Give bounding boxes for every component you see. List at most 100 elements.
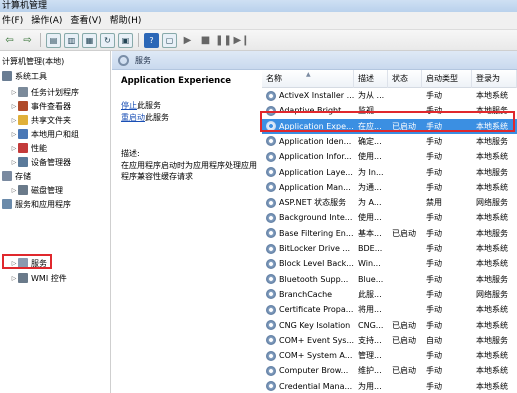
service-name: Credential Mana... [279, 381, 353, 391]
folder-up-icon[interactable]: ▤ [46, 32, 61, 48]
column-desc-header[interactable]: 描述 [354, 70, 388, 88]
service-gear-icon [266, 335, 276, 346]
service-row[interactable]: Application Infor... 使用... 手动 本地系统 [262, 149, 517, 164]
service-row[interactable]: Application Laye... 为 In... 手动 本地服务 [262, 165, 517, 180]
service-row[interactable]: Block Level Back... Win... 手动 本地系统 [262, 256, 517, 271]
tree-item-label: 设备管理器 [31, 157, 71, 167]
tree-item[interactable]: ▷ 共享文件夹 [10, 113, 71, 127]
service-status [392, 180, 424, 195]
service-row[interactable]: COM+ System A... 管理... 手动 本地系统 [262, 348, 517, 363]
service-row[interactable]: Application Iden... 确定... 手动 本地服务 [262, 134, 517, 149]
service-row[interactable]: Certificate Propa... 将用... 手动 本地系统 [262, 302, 517, 317]
service-name-cell: Bluetooth Supp... [266, 272, 356, 287]
toolbar: ⇦ ⇨ ▤ ▥ ▦ ↻ ▣ ? ▢ ▶ ■ ❚❚ ▶❙ [0, 30, 517, 51]
menu-file[interactable]: 件(F) [0, 12, 29, 30]
service-logon-as: 本地服务 [476, 274, 508, 284]
tree-item-label: WMI 控件 [31, 273, 67, 283]
play-icon[interactable]: ▶ [180, 33, 195, 48]
tree-item[interactable]: ▷ 磁盘管理 [10, 183, 63, 197]
export-list-icon[interactable]: ▣ [118, 32, 133, 48]
service-logon-as: 本地系统 [476, 259, 508, 269]
expand-arrow-icon[interactable]: ▷ [10, 131, 18, 138]
menu-view[interactable]: 查看(V) [68, 12, 107, 30]
service-desc: BDE... [358, 244, 383, 253]
stop-service-link[interactable]: 停止 [121, 101, 137, 110]
service-row[interactable]: Bluetooth Supp... Blue... 手动 本地服务 [262, 272, 517, 287]
tree-item[interactable]: ▷ 本地用户和组 [10, 127, 79, 141]
service-gear-icon [266, 90, 276, 101]
back-arrow-icon[interactable]: ⇦ [2, 33, 17, 48]
expand-arrow-icon[interactable]: ▷ [10, 103, 18, 110]
service-name: Application Man... [279, 182, 351, 192]
properties-icon[interactable]: ▦ [82, 32, 97, 48]
service-status [392, 272, 424, 287]
service-status [392, 195, 424, 210]
expand-arrow-icon[interactable]: ▷ [10, 275, 18, 282]
service-row[interactable]: BranchCache 此服... 手动 网络服务 [262, 287, 517, 302]
service-desc: 为 A... [358, 198, 382, 208]
refresh-icon[interactable]: ↻ [100, 32, 115, 48]
service-row[interactable]: ActiveX Installer ... 为从 ... 手动 本地系统 [262, 88, 517, 103]
menu-action[interactable]: 操作(A) [29, 12, 68, 30]
service-row[interactable]: BitLocker Drive ... BDE... 手动 本地系统 [262, 241, 517, 256]
tree-item-label: 本地用户和组 [31, 129, 79, 139]
description-text: 在应用程序启动时为应用程序处理应用程序兼容性缓存请求 [121, 161, 257, 181]
tree-item[interactable]: 存储 [2, 169, 31, 183]
performance-icon [18, 143, 28, 153]
stop-icon[interactable]: ■ [198, 33, 213, 48]
tree-item-label: 任务计划程序 [31, 87, 79, 97]
tree-item[interactable]: ▷ 任务计划程序 [10, 85, 79, 99]
service-name-cell: CNG Key Isolation [266, 318, 356, 333]
service-row[interactable]: Base Filtering En... 基本... 已启动 手动 本地服务 [262, 226, 517, 241]
service-name: Computer Brow... [279, 366, 349, 376]
service-row[interactable]: CNG Key Isolation CNG... 已启动 手动 本地系统 [262, 318, 517, 333]
service-startup-type: 手动 [426, 152, 442, 162]
tree-item[interactable]: 系统工具 [2, 69, 47, 83]
tree-item[interactable]: ▷ WMI 控件 [10, 271, 67, 285]
device-manager-icon [18, 157, 28, 167]
service-desc: 管理... [358, 351, 382, 361]
service-name: ASP.NET 状态服务 [279, 198, 347, 208]
description-label: 描述: [121, 149, 140, 158]
menu-help[interactable]: 帮助(H) [108, 12, 148, 30]
service-row[interactable]: ASP.NET 状态服务 为 A... 禁用 网络服务 [262, 195, 517, 210]
tree-item[interactable]: ▷ 设备管理器 [10, 155, 71, 169]
forward-arrow-icon[interactable]: ⇨ [20, 33, 35, 48]
service-gear-icon [266, 365, 276, 376]
console-icon[interactable]: ▢ [162, 32, 177, 48]
service-row[interactable]: Computer Brow... 维护... 已启动 手动 本地系统 [262, 363, 517, 378]
service-row[interactable]: Background Inte... 使用... 手动 本地系统 [262, 210, 517, 225]
service-gear-icon [266, 167, 276, 177]
expand-arrow-icon[interactable]: ▷ [10, 117, 18, 124]
service-gear-icon [266, 212, 276, 223]
service-row[interactable]: COM+ Event Sys... 支持... 已启动 自动 本地服务 [262, 333, 517, 348]
tree-item[interactable]: 服务和应用程序 [2, 197, 71, 211]
service-startup-type: 手动 [426, 91, 442, 100]
tree-item[interactable]: ▷ 事件查看器 [10, 99, 71, 113]
restart-service-link[interactable]: 重启动 [121, 113, 145, 122]
service-logon-as: 本地系统 [476, 351, 508, 361]
service-row[interactable]: Credential Mana... 为用... 手动 本地系统 [262, 379, 517, 393]
service-name-cell: Application Infor... [266, 149, 356, 164]
expand-arrow-icon[interactable]: ▷ [10, 159, 18, 166]
service-name-cell: Application Iden... [266, 134, 356, 149]
tree-root[interactable]: 计算机管理(本地) [2, 54, 64, 68]
expand-arrow-icon[interactable]: ▷ [10, 187, 18, 194]
restart-icon[interactable]: ▶❙ [233, 33, 249, 48]
column-startup-header[interactable]: 启动类型 [422, 70, 472, 88]
services-header-title: 服务 [135, 55, 151, 65]
service-gear-icon [266, 304, 276, 315]
pause-icon[interactable]: ❚❚ [215, 33, 232, 48]
service-desc: Blue... [358, 274, 384, 284]
service-row[interactable]: Application Man... 为通... 手动 本地系统 [262, 180, 517, 195]
service-desc: 此服... [358, 289, 382, 299]
column-logon-header[interactable]: 登录为 [472, 70, 517, 88]
show-hide-tree-icon[interactable]: ▥ [64, 32, 79, 48]
help-icon[interactable]: ? [144, 32, 159, 48]
expand-arrow-icon[interactable]: ▷ [10, 145, 18, 152]
service-status [392, 379, 424, 393]
expand-arrow-icon[interactable]: ▷ [10, 89, 18, 96]
column-status-header[interactable]: 状态 [388, 70, 422, 88]
service-gear-icon [266, 258, 276, 269]
tree-item[interactable]: ▷ 性能 [10, 141, 47, 155]
